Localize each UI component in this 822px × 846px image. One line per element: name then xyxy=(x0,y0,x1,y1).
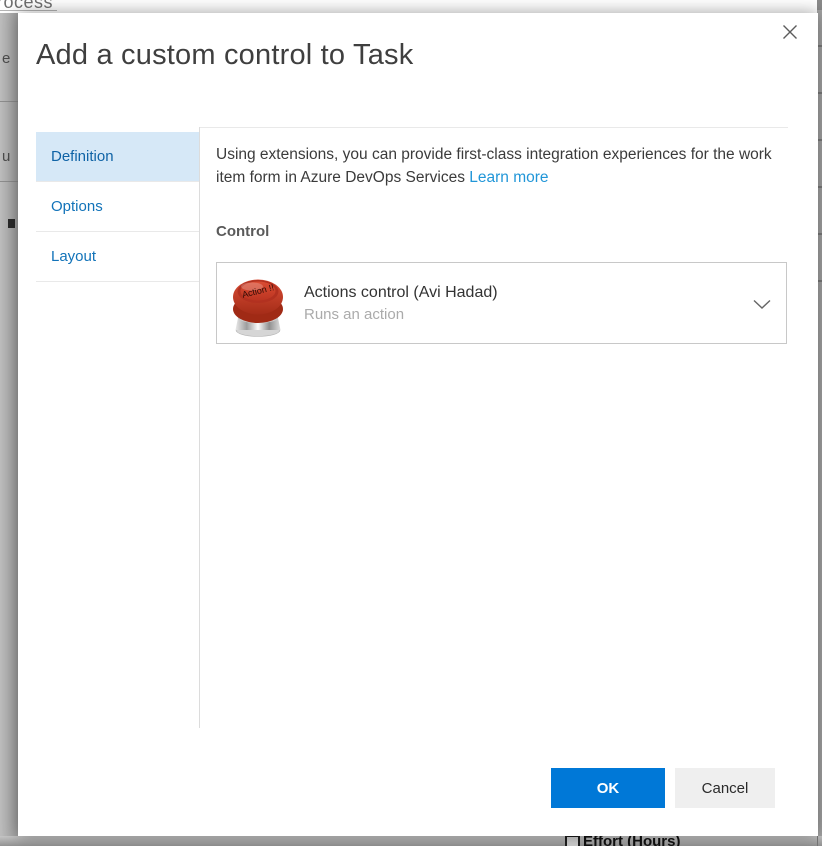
tab-definition[interactable]: Definition xyxy=(36,132,199,182)
dialog-title: Add a custom control to Task xyxy=(36,39,413,72)
background-partial-heading: rocess xyxy=(0,0,53,13)
dropdown-option-title: Actions control (Avi Hadad) xyxy=(304,284,498,302)
background-left-strip: e u xyxy=(0,13,18,846)
background-edge xyxy=(817,0,822,10)
screen: rocess e u Effort (Hours) Add a custom c… xyxy=(0,0,822,846)
close-button[interactable] xyxy=(776,19,804,47)
background-bottom-strip: Effort (Hours) xyxy=(0,836,822,846)
background-text-fragment: e xyxy=(2,50,10,67)
background-line xyxy=(0,181,18,182)
field-icon xyxy=(565,836,580,846)
control-dropdown[interactable]: Action !! Actions control (Avi Hadad) Ru… xyxy=(216,262,787,344)
background-field-label: Effort (Hours) xyxy=(583,836,681,846)
chevron-down-icon xyxy=(753,297,771,315)
background-icon-fragment xyxy=(8,219,15,228)
background-top-strip: rocess xyxy=(0,0,822,13)
close-icon xyxy=(779,21,801,46)
action-button-icon: Action !! xyxy=(222,267,294,339)
add-custom-control-dialog: Add a custom control to Task Definition … xyxy=(18,13,818,836)
horizontal-divider xyxy=(200,127,788,128)
tab-layout[interactable]: Layout xyxy=(36,232,199,282)
background-text-fragment: u xyxy=(2,148,10,165)
cancel-button[interactable]: Cancel xyxy=(675,768,775,808)
background-line xyxy=(0,101,18,102)
tab-list: Definition Options Layout xyxy=(36,132,199,282)
control-field-label: Control xyxy=(216,223,269,240)
description-text: Using extensions, you can provide first-… xyxy=(216,143,782,189)
learn-more-link[interactable]: Learn more xyxy=(469,169,548,186)
vertical-divider xyxy=(199,127,200,728)
background-divider xyxy=(0,10,57,11)
ok-button[interactable]: OK xyxy=(551,768,665,808)
tab-options[interactable]: Options xyxy=(36,182,199,232)
dropdown-selected-option: Actions control (Avi Hadad) Runs an acti… xyxy=(304,284,498,323)
dropdown-option-subtitle: Runs an action xyxy=(304,306,498,323)
background-line xyxy=(817,836,818,846)
